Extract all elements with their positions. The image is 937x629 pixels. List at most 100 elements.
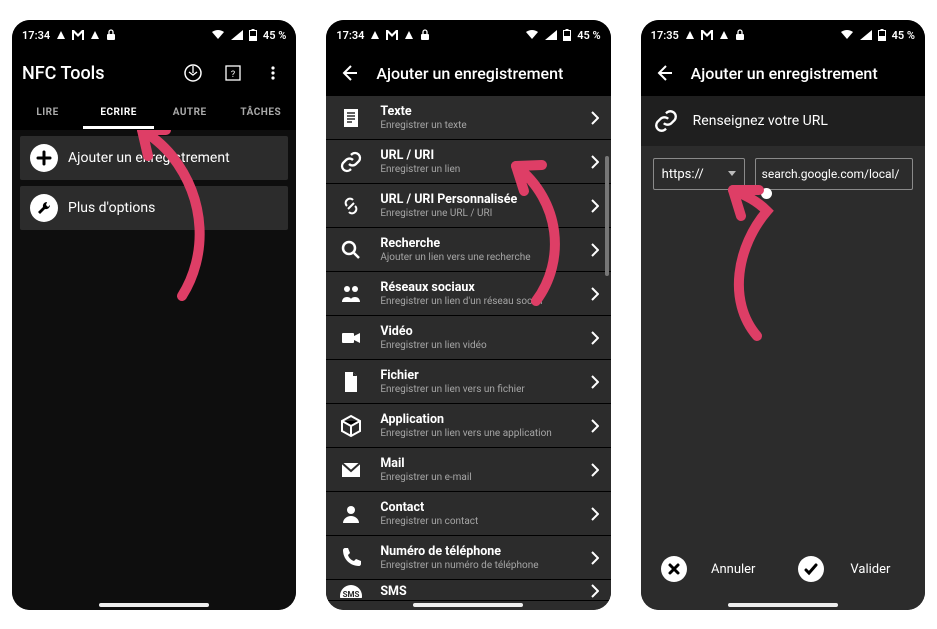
record-type-link[interactable]: URL / URIEnregistrer un lien	[326, 140, 610, 184]
chevron-right-icon	[590, 507, 599, 521]
status-bar: 17:35 45 %	[641, 20, 925, 50]
mail-icon	[334, 458, 368, 482]
scheme-dropdown[interactable]: https://	[653, 158, 745, 190]
wrench-icon	[30, 194, 58, 222]
item-title: URL / URI Personnalisée	[380, 192, 577, 207]
text-cursor-handle[interactable]	[761, 188, 772, 199]
phone-screen-2: 17:34 45 % Ajouter un enregistrement Tex…	[326, 20, 610, 610]
validate-label: Valider	[836, 562, 905, 577]
app-bar: Ajouter un enregistrement	[641, 50, 925, 96]
check-icon	[798, 556, 824, 582]
tab-taches[interactable]: TÂCHES	[225, 98, 296, 129]
action-read-icon[interactable]	[180, 60, 206, 86]
record-type-social[interactable]: Réseaux sociauxEnregistrer un lien d'un …	[326, 272, 610, 316]
lock-icon	[420, 29, 430, 41]
battery-icon	[249, 29, 257, 41]
url-input[interactable]: search.google.com/local/	[755, 158, 913, 190]
video-icon	[334, 326, 368, 350]
svg-text:SMS: SMS	[343, 590, 360, 598]
status-time: 17:35	[651, 29, 679, 42]
triangle-up-icon	[370, 30, 380, 40]
add-record-label: Ajouter un enregistrement	[68, 150, 230, 166]
dropdown-arrow-icon	[728, 171, 736, 177]
record-type-list[interactable]: TexteEnregistrer un texteURL / URIEnregi…	[326, 96, 610, 601]
record-type-mail[interactable]: MailEnregistrer un e-mail	[326, 448, 610, 492]
phone-icon	[334, 546, 368, 570]
add-record-button[interactable]: Ajouter un enregistrement	[20, 136, 288, 180]
cancel-button[interactable]: Annuler	[651, 548, 778, 590]
triangle-up-icon	[404, 30, 414, 40]
more-options-button[interactable]: Plus d'options	[20, 186, 288, 230]
sms-icon: SMS	[334, 584, 368, 598]
gmail-m-icon	[72, 30, 84, 40]
link-icon	[653, 108, 679, 134]
chevron-right-icon	[590, 111, 599, 125]
item-subtitle: Enregistrer un lien d'un réseau social	[380, 296, 577, 307]
app-title: NFC Tools	[22, 63, 166, 84]
content: TexteEnregistrer un texteURL / URIEnregi…	[326, 96, 610, 610]
scrollbar[interactable]	[605, 156, 609, 276]
record-type-search[interactable]: RechercheAjouter un lien vers une recher…	[326, 228, 610, 272]
wifi-icon	[840, 30, 854, 40]
contact-icon	[334, 502, 368, 526]
record-type-text[interactable]: TexteEnregistrer un texte	[326, 96, 610, 140]
more-options-label: Plus d'options	[68, 200, 155, 216]
back-button[interactable]	[336, 60, 362, 86]
back-button[interactable]	[651, 60, 677, 86]
item-subtitle: Enregistrer un lien vers un fichier	[380, 384, 577, 395]
record-type-sms[interactable]: SMSSMS	[326, 580, 610, 601]
link-icon	[334, 150, 368, 174]
record-type-app[interactable]: ApplicationEnregistrer un lien vers une …	[326, 404, 610, 448]
chevron-right-icon	[590, 375, 599, 389]
url-value: search.google.com/local/	[762, 167, 900, 181]
action-calendar-icon[interactable]: ?	[220, 60, 246, 86]
app-title: Ajouter un enregistrement	[376, 64, 600, 83]
overflow-menu-icon[interactable]	[260, 60, 286, 86]
item-title: Application	[380, 412, 577, 427]
search-icon	[334, 238, 368, 262]
item-subtitle: Enregistrer un lien vers une application	[380, 428, 577, 439]
chevron-right-icon	[590, 584, 599, 598]
chevron-right-icon	[590, 155, 599, 169]
item-title: Texte	[380, 104, 577, 119]
record-type-link2[interactable]: URL / URI PersonnaliséeEnregistrer une U…	[326, 184, 610, 228]
content: Ajouter un enregistrement Plus d'options	[12, 130, 296, 610]
file-icon	[334, 370, 368, 394]
validate-button[interactable]: Valider	[788, 548, 915, 590]
phone-screen-1: 17:34 45 % NFC Tools ? LIRE ECRIRE AUTRE…	[12, 20, 296, 610]
item-subtitle: Enregistrer une URL / URI	[380, 208, 577, 219]
social-icon	[334, 282, 368, 306]
record-type-video[interactable]: VidéoEnregistrer un lien vidéo	[326, 316, 610, 360]
item-title: URL / URI	[380, 148, 577, 163]
text-icon	[334, 106, 368, 130]
battery-icon	[878, 29, 886, 41]
item-title: Numéro de téléphone	[380, 544, 577, 559]
record-type-contact[interactable]: ContactEnregistrer un contact	[326, 492, 610, 536]
item-subtitle: Enregistrer un numéro de téléphone	[380, 560, 577, 571]
record-type-phone[interactable]: Numéro de téléphoneEnregistrer un numéro…	[326, 536, 610, 580]
chevron-right-icon	[590, 419, 599, 433]
status-bar: 17:34 45 %	[12, 20, 296, 50]
item-subtitle: Enregistrer un lien vidéo	[380, 340, 577, 351]
item-title: Mail	[380, 456, 577, 471]
url-row: https:// search.google.com/local/	[641, 146, 925, 202]
tab-lire[interactable]: LIRE	[12, 98, 83, 129]
chevron-right-icon	[590, 199, 599, 213]
chevron-right-icon	[590, 287, 599, 301]
tab-autre[interactable]: AUTRE	[154, 98, 225, 129]
gmail-m-icon	[701, 30, 713, 40]
cancel-label: Annuler	[699, 562, 768, 577]
tab-ecrire[interactable]: ECRIRE	[83, 98, 154, 129]
battery-icon	[563, 29, 571, 41]
gmail-m-icon	[386, 30, 398, 40]
item-subtitle: Enregistrer un lien	[380, 164, 577, 175]
nav-indicator	[413, 603, 523, 607]
app-bar: NFC Tools ?	[12, 50, 296, 96]
status-time: 17:34	[336, 29, 364, 42]
status-bar: 17:34 45 %	[326, 20, 610, 50]
phone-screen-3: 17:35 45 % Ajouter un enregistrement Ren…	[641, 20, 925, 610]
chevron-right-icon	[590, 243, 599, 257]
record-type-file[interactable]: FichierEnregistrer un lien vers un fichi…	[326, 360, 610, 404]
wifi-icon	[525, 30, 539, 40]
wifi-icon	[211, 30, 225, 40]
